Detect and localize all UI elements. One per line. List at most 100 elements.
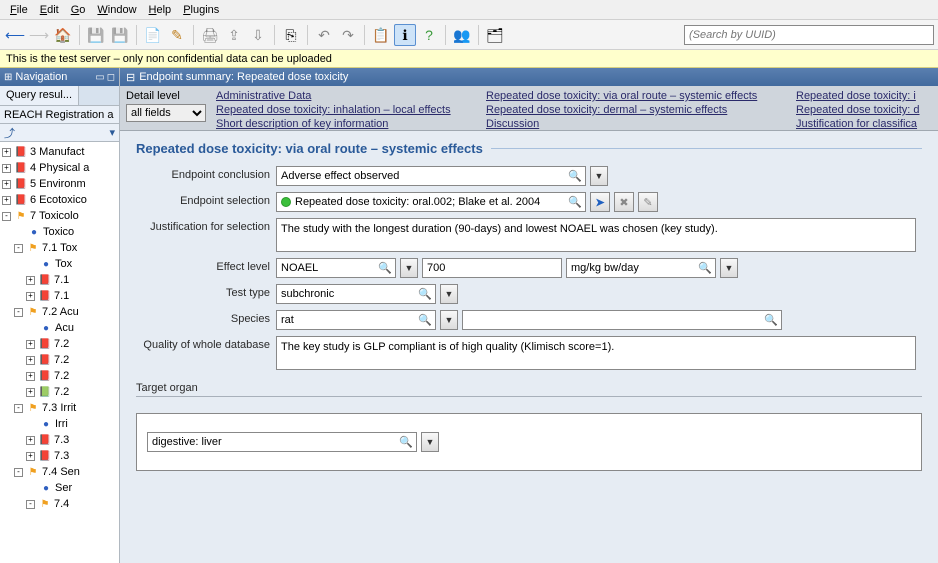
menu-plugins[interactable]: Plugins — [177, 2, 225, 18]
expander-icon[interactable]: + — [26, 388, 35, 397]
expander-icon[interactable]: + — [26, 340, 35, 349]
tree-node[interactable]: +📕7.2 — [2, 352, 119, 368]
minimize-icon[interactable]: ▭ — [95, 72, 104, 83]
navigation-tree[interactable]: +📕3 Manufact+📕4 Physical a+📕5 Environm +📕… — [0, 142, 119, 563]
link-discussion[interactable]: Discussion — [486, 118, 786, 130]
edit-button[interactable]: ✎ — [166, 24, 188, 46]
tree-node[interactable]: -⚑7.2 Acu — [2, 304, 119, 320]
redo-button[interactable]: ↷ — [337, 24, 359, 46]
users-button[interactable]: 👥 — [451, 24, 473, 46]
save-button[interactable]: 💾 — [85, 24, 107, 46]
tree-node[interactable]: ●Tox — [2, 256, 119, 272]
home-button[interactable]: 🏠 — [52, 24, 74, 46]
expander-icon[interactable]: + — [26, 292, 35, 301]
save-all-button[interactable]: 💾 — [109, 24, 131, 46]
forward-button[interactable]: ⟶ — [28, 24, 50, 46]
menu-window[interactable]: Window — [91, 2, 142, 18]
expander-icon[interactable]: - — [14, 308, 23, 317]
tree-node[interactable]: +📕7.3 — [2, 448, 119, 464]
tree-node[interactable]: -⚑7.4 Sen — [2, 464, 119, 480]
expander-icon[interactable]: + — [2, 196, 11, 205]
tree-node[interactable]: +📗7.2 — [2, 384, 119, 400]
tree-node[interactable]: +📕3 Manufact — [2, 144, 119, 160]
expander-icon[interactable]: + — [2, 180, 11, 189]
endpoint-selection-field[interactable]: Repeated dose toxicity: oral.002; Blake … — [276, 192, 586, 212]
tree-node[interactable]: ●Acu — [2, 320, 119, 336]
effect-level-unit-dropdown[interactable]: ▼ — [720, 258, 738, 278]
menu-help[interactable]: Help — [143, 2, 178, 18]
validate-button[interactable]: 📋 — [370, 24, 392, 46]
expander-icon[interactable]: - — [14, 404, 23, 413]
target-organ-field[interactable]: digestive: liver🔍 — [147, 432, 417, 452]
link-oral-systemic[interactable]: Repeated dose toxicity: via oral route –… — [486, 90, 786, 102]
effect-level-type-field[interactable]: NOAEL🔍 — [276, 258, 396, 278]
delete-link-button[interactable]: ✖ — [614, 192, 634, 212]
export-button[interactable]: ⇪ — [223, 24, 245, 46]
menu-edit[interactable]: Edit — [34, 2, 65, 18]
expander-icon[interactable]: + — [2, 164, 11, 173]
test-type-dropdown[interactable]: ▼ — [440, 284, 458, 304]
expander-icon[interactable]: + — [26, 276, 35, 285]
edit-link-button[interactable]: ✎ — [638, 192, 658, 212]
tree-node[interactable]: -⚑7.4 — [2, 496, 119, 512]
species-dropdown[interactable]: ▼ — [440, 310, 458, 330]
tree-node[interactable]: -⚑7.1 Tox — [2, 240, 119, 256]
species-field[interactable]: rat🔍 — [276, 310, 436, 330]
tree-node[interactable]: +📕4 Physical a — [2, 160, 119, 176]
tree-node[interactable]: ●Toxico — [2, 224, 119, 240]
effect-level-unit-field[interactable]: mg/kg bw/day🔍 — [566, 258, 716, 278]
endpoint-conclusion-dropdown[interactable]: ▼ — [590, 166, 608, 186]
undo-button[interactable]: ↶ — [313, 24, 335, 46]
print-button[interactable]: 🖨 — [199, 24, 221, 46]
tree-node[interactable]: -⚑7 Toxicolo — [2, 208, 119, 224]
menu-go[interactable]: Go — [65, 2, 92, 18]
link-dermal-systemic[interactable]: Repeated dose toxicity: dermal – systemi… — [486, 104, 786, 116]
species-extra-field[interactable]: 🔍 — [462, 310, 782, 330]
effect-level-type-dropdown[interactable]: ▼ — [400, 258, 418, 278]
tree-node[interactable]: ●Irri — [2, 416, 119, 432]
link-inhalation-systemic-trunc[interactable]: Repeated dose toxicity: i — [796, 90, 920, 102]
collapse-icon[interactable]: ◻ — [107, 72, 115, 83]
detail-level-select[interactable]: all fields — [126, 104, 206, 122]
expander-icon[interactable]: - — [2, 212, 11, 221]
effect-level-value-field[interactable]: 700 — [422, 258, 562, 278]
tree-node[interactable]: +📕7.1 — [2, 288, 119, 304]
info-button[interactable]: ℹ — [394, 24, 416, 46]
link-short-description[interactable]: Short description of key information — [216, 118, 476, 130]
tree-node[interactable]: ●Ser — [2, 480, 119, 496]
expander-icon[interactable]: - — [14, 244, 23, 253]
target-organ-dropdown[interactable]: ▼ — [421, 432, 439, 452]
help-button[interactable]: ? — [418, 24, 440, 46]
nav-action-btn[interactable]: ⤴ — [4, 125, 15, 141]
new-doc-button[interactable]: 📄 — [142, 24, 164, 46]
tree-node[interactable]: +📕7.1 — [2, 272, 119, 288]
tree-node[interactable]: +📕7.2 — [2, 368, 119, 384]
tree-node[interactable]: +📕7.3 — [2, 432, 119, 448]
expander-icon[interactable]: + — [26, 372, 35, 381]
inventory-button[interactable]: 🗂 — [484, 24, 506, 46]
tree-node[interactable]: -⚑7.3 Irrit — [2, 400, 119, 416]
expander-icon[interactable]: + — [2, 148, 11, 157]
nav-dropdown-btn[interactable]: ▾ — [109, 126, 115, 139]
copy-button[interactable]: ⎘ — [280, 24, 302, 46]
expander-icon[interactable]: + — [26, 356, 35, 365]
link-inhalation-local[interactable]: Repeated dose toxicity: inhalation – loc… — [216, 104, 476, 116]
link-dermal-trunc[interactable]: Repeated dose toxicity: d — [796, 104, 920, 116]
tree-node[interactable]: +📕7.2 — [2, 336, 119, 352]
expander-icon[interactable]: - — [26, 500, 35, 509]
expander-icon[interactable]: - — [14, 468, 23, 477]
back-button[interactable]: ⟵ — [4, 24, 26, 46]
search-input[interactable] — [684, 25, 934, 45]
expander-icon[interactable]: + — [26, 436, 35, 445]
tree-node[interactable]: +📕5 Environm — [2, 176, 119, 192]
quality-field[interactable]: The key study is GLP compliant is of hig… — [276, 336, 916, 370]
import-button[interactable]: ⇩ — [247, 24, 269, 46]
link-justification-class[interactable]: Justification for classifica — [796, 118, 920, 130]
justification-field[interactable]: The study with the longest duration (90-… — [276, 218, 916, 252]
endpoint-conclusion-field[interactable]: Adverse effect observed🔍 — [276, 166, 586, 186]
test-type-field[interactable]: subchronic🔍 — [276, 284, 436, 304]
link-administrative-data[interactable]: Administrative Data — [216, 90, 476, 102]
go-to-record-button[interactable]: ➤ — [590, 192, 610, 212]
expander-icon[interactable]: + — [26, 452, 35, 461]
query-results-tab[interactable]: Query resul... — [0, 86, 79, 105]
